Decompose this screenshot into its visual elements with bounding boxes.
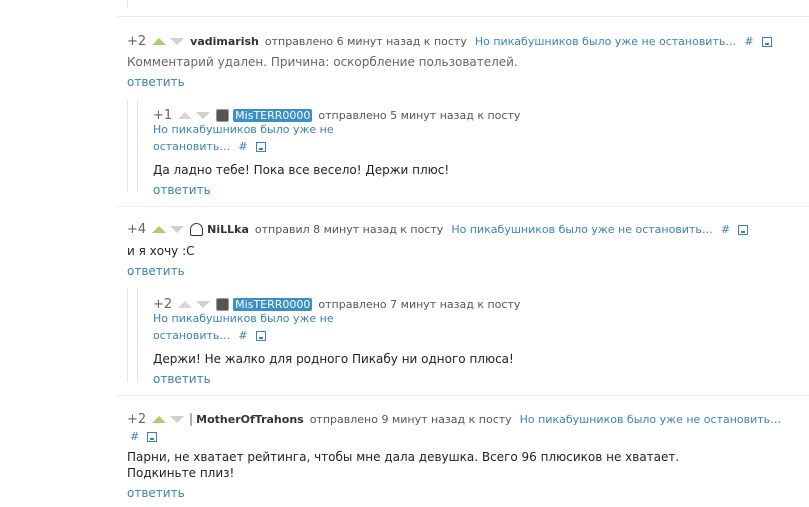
comment-author[interactable]: NiLLka: [207, 223, 249, 236]
permalink-hash[interactable]: #: [238, 329, 247, 342]
upvote-icon[interactable]: [152, 226, 167, 233]
comment-rating: +2: [127, 412, 147, 427]
post-link[interactable]: остановить…: [153, 329, 230, 342]
comment-text: Да ладно тебе! Пока все весело! Держи пл…: [153, 163, 450, 177]
comment: +2 vadimarish отправлено 6 минут назад к…: [127, 34, 807, 89]
post-link[interactable]: Но пикабушников было уже не: [153, 123, 334, 136]
comment-reply: +1 MisTERR0000 отправлено 5 минут назад …: [153, 108, 693, 197]
comment-rating: +2: [153, 297, 173, 312]
downvote-icon[interactable]: [170, 226, 185, 233]
downvote-icon[interactable]: [196, 112, 211, 119]
downvote-icon[interactable]: [196, 301, 211, 308]
save-icon[interactable]: [738, 224, 749, 235]
comment: +4 NiLLka отправил 8 минут назад к посту…: [127, 222, 807, 278]
comment-meta: отправлено 9 минут назад к посту: [309, 413, 512, 426]
comment-divider: [116, 395, 809, 396]
upvote-icon[interactable]: [178, 112, 193, 119]
reply-link[interactable]: ответить: [127, 486, 727, 500]
save-icon[interactable]: [761, 36, 772, 47]
save-icon[interactable]: [147, 431, 158, 442]
comment-text: Парни, не хватает рейтинга, чтобы мне да…: [127, 450, 680, 480]
comment-header-wrap: #: [127, 430, 727, 443]
post-link[interactable]: Но пикабушников было уже не остановить…: [475, 35, 737, 48]
post-link[interactable]: Но пикабушников было уже не остановить…: [451, 223, 713, 236]
comment-author[interactable]: MisTERR0000: [233, 109, 313, 122]
comment-text: Держи! Не жалко для родного Пикабу ни од…: [153, 352, 514, 366]
comment-meta: отправлено 7 минут назад к посту: [318, 298, 521, 311]
downvote-icon[interactable]: [170, 38, 185, 45]
comment-meta: отправлено 6 минут назад к посту: [264, 35, 467, 48]
avatar: [190, 413, 193, 426]
permalink-hash[interactable]: #: [721, 223, 730, 236]
comment-header-wrap: остановить… #: [153, 329, 693, 342]
comment-meta: отправлено 5 минут назад к посту: [318, 109, 521, 122]
downvote-icon[interactable]: [170, 416, 185, 423]
upvote-icon[interactable]: [178, 301, 193, 308]
comment-header: +2 MisTERR0000 отправлено 7 минут назад …: [153, 297, 693, 325]
comment-header-wrap: остановить… #: [153, 140, 693, 153]
post-link[interactable]: Но пикабушников было уже не: [153, 312, 334, 325]
post-link[interactable]: остановить…: [153, 140, 230, 153]
thread-line: [127, 0, 128, 8]
upvote-icon[interactable]: [152, 416, 167, 423]
reply-link[interactable]: ответить: [153, 372, 693, 386]
comment-divider: [116, 206, 809, 207]
permalink-hash[interactable]: #: [744, 35, 753, 48]
thread-line: [137, 100, 138, 192]
reply-link[interactable]: ответить: [153, 183, 693, 197]
comment-meta: отправил 8 минут назад к посту: [254, 223, 444, 236]
comment: +2 MotherOfTrahons отправлено 9 минут на…: [127, 412, 781, 500]
comment-reply: +2 MisTERR0000 отправлено 7 минут назад …: [153, 297, 693, 386]
comment-rating: +1: [153, 108, 173, 123]
comment-rating: +4: [127, 222, 147, 237]
avatar: [216, 109, 230, 122]
reply-link[interactable]: ответить: [127, 75, 807, 89]
comment-author[interactable]: MotherOfTrahons: [196, 413, 304, 426]
save-icon[interactable]: [255, 141, 266, 152]
permalink-hash[interactable]: #: [238, 140, 247, 153]
upvote-icon[interactable]: [152, 38, 167, 45]
permalink-hash[interactable]: #: [130, 430, 139, 443]
avatar: [216, 298, 230, 311]
comment-header: +1 MisTERR0000 отправлено 5 минут назад …: [153, 108, 693, 136]
thread-line: [127, 288, 128, 382]
comment-text: и я хочу :С: [127, 244, 195, 258]
reply-link[interactable]: ответить: [127, 264, 807, 278]
thread-line: [127, 100, 128, 192]
comment-header: +4 NiLLka отправил 8 минут назад к посту…: [127, 222, 807, 237]
comment-text: Комментарий удален. Причина: оскорбление…: [127, 55, 518, 69]
save-icon[interactable]: [255, 330, 266, 341]
comment-author[interactable]: MisTERR0000: [233, 298, 313, 311]
comment-rating: +2: [127, 34, 147, 49]
comment-header: +2 vadimarish отправлено 6 минут назад к…: [127, 34, 807, 49]
comment-header: +2 MotherOfTrahons отправлено 9 минут на…: [127, 412, 781, 427]
thread-line: [137, 288, 138, 382]
comment-divider: [116, 16, 809, 17]
post-link[interactable]: Но пикабушников было уже не остановить…: [520, 413, 782, 426]
avatar: [190, 223, 204, 236]
comment-author[interactable]: vadimarish: [190, 35, 259, 48]
